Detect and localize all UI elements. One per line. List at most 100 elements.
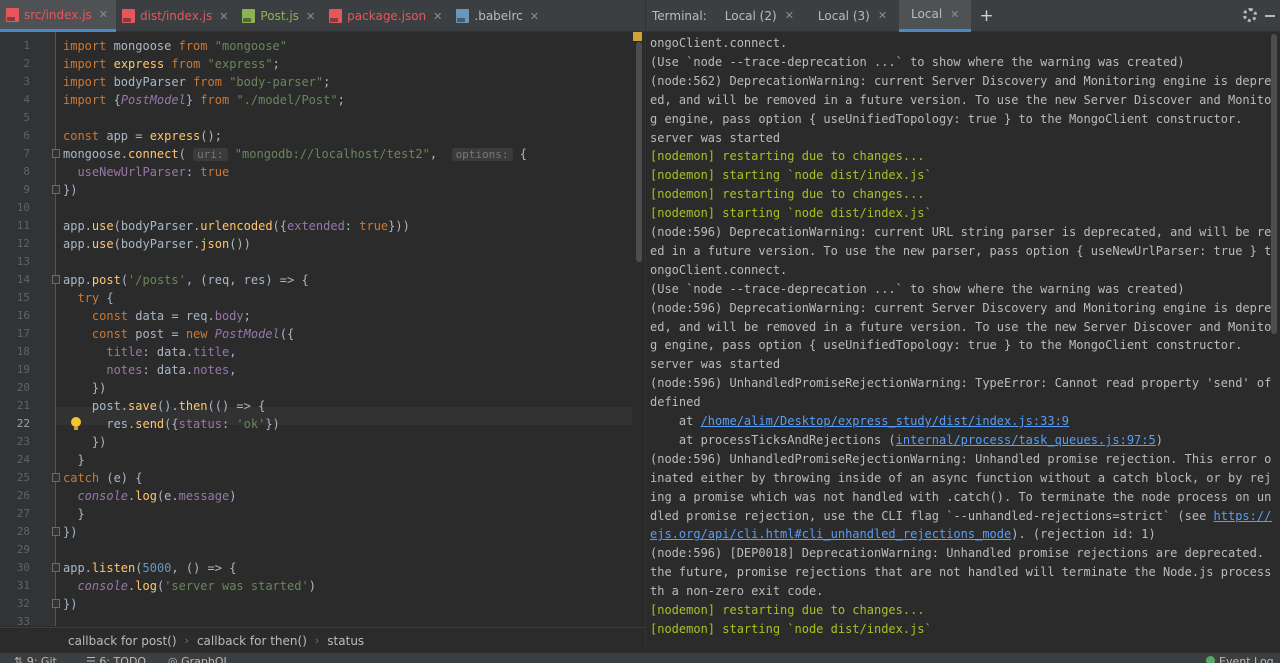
terminal-tab[interactable]: Local (2) ✕ bbox=[713, 0, 806, 32]
code-line[interactable]: } bbox=[63, 451, 84, 469]
terminal-line: ed in a future version. To use the new p… bbox=[650, 242, 1272, 261]
lightbulb-icon[interactable] bbox=[69, 417, 83, 431]
terminal-line: dled promise rejection, use the CLI flag… bbox=[650, 507, 1272, 526]
terminal-link[interactable]: https://nod bbox=[1214, 509, 1272, 523]
code-line[interactable]: }) bbox=[63, 523, 77, 541]
terminal-line: g engine, pass option { useUnifiedTopolo… bbox=[650, 110, 1242, 129]
terminal-link[interactable]: internal/process/task_queues.js:97:5 bbox=[896, 433, 1156, 447]
code-token: post bbox=[91, 273, 121, 287]
terminal-line: th a non-zero exit code. bbox=[650, 582, 823, 601]
terminal-line: at processTicksAndRejections (internal/p… bbox=[650, 431, 1163, 450]
editor-tab[interactable]: dist/index.js ✕ bbox=[116, 0, 236, 32]
code-line[interactable]: app.use(bodyParser.urlencoded({extended:… bbox=[63, 217, 410, 235]
fold-marker-icon[interactable] bbox=[52, 185, 60, 194]
code-token: extended bbox=[287, 219, 345, 233]
close-icon[interactable]: ✕ bbox=[219, 10, 228, 23]
code-line[interactable]: import {PostModel} from "./model/Post"; bbox=[63, 91, 345, 109]
breadcrumb-item[interactable]: callback for then() bbox=[197, 634, 307, 648]
code-token: true bbox=[359, 219, 389, 233]
terminal-text: [nodemon] starting `node dist/index.js` bbox=[650, 206, 932, 221]
todo-tool-button[interactable]: ☰ 6: TODO bbox=[86, 656, 146, 663]
line-number: 14 bbox=[16, 273, 30, 286]
code-line[interactable]: mongoose.connect( uri: "mongodb://localh… bbox=[63, 145, 527, 163]
fold-marker-icon[interactable] bbox=[52, 599, 60, 608]
terminal-tab-label: Local (3) bbox=[817, 8, 870, 23]
fold-marker-icon[interactable] bbox=[52, 527, 60, 536]
code-token: try bbox=[77, 291, 100, 305]
terminal-line: at /home/alim/Desktop/express_study/dist… bbox=[650, 412, 1069, 431]
close-icon[interactable]: ✕ bbox=[530, 10, 539, 23]
editor-scrollbar-thumb[interactable] bbox=[636, 42, 642, 262]
code-line[interactable]: }) bbox=[63, 379, 106, 397]
code-line[interactable]: const data = req.body; bbox=[63, 307, 251, 325]
line-number: 10 bbox=[16, 201, 30, 214]
code-line[interactable]: import express from "express"; bbox=[63, 55, 280, 73]
code-line[interactable]: } bbox=[63, 505, 84, 523]
code-line[interactable]: const app = express(); bbox=[63, 127, 222, 145]
code-line[interactable]: import bodyParser from "body-parser"; bbox=[63, 73, 330, 91]
terminal-text: (Use `node --trace-deprecation ...` to s… bbox=[650, 54, 1185, 69]
code-line[interactable]: try { bbox=[63, 289, 113, 307]
terminal-output[interactable]: ongoClient.connect. (Use `node --trace-de… bbox=[650, 34, 1272, 644]
close-icon[interactable]: ✕ bbox=[785, 9, 794, 22]
fold-marker-icon[interactable] bbox=[52, 149, 60, 158]
new-terminal-plus-icon[interactable]: + bbox=[971, 6, 1001, 26]
line-number: 4 bbox=[23, 93, 30, 106]
code-line[interactable]: app.listen(5000, () => { bbox=[63, 559, 236, 577]
code-line[interactable]: console.log('server was started') bbox=[63, 577, 315, 595]
code-line[interactable]: const post = new PostModel({ bbox=[63, 325, 294, 343]
terminal-link[interactable]: ejs.org/api/cli.html#cli_unhandled_rejec… bbox=[650, 527, 1011, 541]
terminal-text: ). (rejection id: 1) bbox=[1011, 527, 1156, 542]
code-line[interactable]: app.post('/posts', (req, res) => { bbox=[63, 271, 309, 289]
editor-scrollbar[interactable] bbox=[632, 32, 645, 626]
breadcrumb-item[interactable]: callback for post() bbox=[68, 634, 177, 648]
event-log-icon bbox=[1206, 656, 1215, 663]
editor-tab[interactable]: .babelrc ✕ bbox=[450, 0, 547, 32]
terminal-line: (node:596) DeprecationWarning: current S… bbox=[650, 299, 1272, 318]
terminal-tab-label: Local bbox=[911, 7, 943, 21]
terminal-line: the future, promise rejections that are … bbox=[650, 563, 1272, 582]
code-line[interactable]: }) bbox=[63, 595, 77, 613]
code-token: console bbox=[77, 489, 129, 503]
close-icon[interactable]: ✕ bbox=[950, 8, 959, 21]
warning-marker[interactable] bbox=[633, 32, 642, 41]
close-icon[interactable]: ✕ bbox=[878, 9, 887, 22]
graphql-tool-button[interactable]: ◎ GraphQL bbox=[168, 656, 230, 663]
code-line[interactable]: title: data.title, bbox=[63, 343, 236, 361]
code-line[interactable]: app.use(bodyParser.json()) bbox=[63, 235, 251, 253]
code-token: 'server was started' bbox=[164, 579, 309, 593]
editor-tab[interactable]: src/index.js ✕ bbox=[0, 0, 117, 32]
code-line[interactable]: notes: data.notes, bbox=[63, 361, 236, 379]
terminal-scrollbar-thumb[interactable] bbox=[1271, 34, 1277, 334]
minimize-icon[interactable] bbox=[1265, 15, 1275, 17]
terminal-link[interactable]: /home/alim/Desktop/express_study/dist/in… bbox=[701, 414, 1069, 428]
code-line[interactable]: console.log(e.message) bbox=[63, 487, 236, 505]
code-line[interactable]: post.save().then(() => { bbox=[63, 397, 265, 415]
editor-tab[interactable]: Post.js ✕ bbox=[236, 0, 323, 32]
terminal-line: g engine, pass option { useUnifiedTopolo… bbox=[650, 336, 1242, 355]
code-token: const bbox=[91, 327, 129, 341]
fold-marker-icon[interactable] bbox=[52, 275, 60, 284]
terminal-line: [nodemon] restarting due to changes... bbox=[650, 147, 925, 166]
fold-marker-icon[interactable] bbox=[52, 473, 60, 482]
code-line[interactable]: catch (e) { bbox=[63, 469, 142, 487]
terminal-scrollbar[interactable] bbox=[1271, 34, 1278, 640]
code-line[interactable]: import mongoose from "mongoose" bbox=[63, 37, 287, 55]
code-line[interactable]: }) bbox=[63, 433, 106, 451]
event-log-button[interactable]: Event Log bbox=[1206, 656, 1274, 663]
fold-marker-icon[interactable] bbox=[52, 563, 60, 572]
terminal-tab[interactable]: Local ✕ bbox=[899, 0, 972, 32]
close-icon[interactable]: ✕ bbox=[433, 10, 442, 23]
git-tool-button[interactable]: ⇅ 9: Git bbox=[14, 656, 57, 663]
code-line[interactable]: }) bbox=[63, 181, 77, 199]
editor-tab-label: .babelrc bbox=[474, 9, 523, 23]
terminal-tab[interactable]: Local (3) ✕ bbox=[806, 0, 899, 32]
code-area[interactable]: import mongoose from "mongoose" import ex… bbox=[56, 32, 631, 626]
breadcrumb-item[interactable]: status bbox=[327, 634, 364, 648]
close-icon[interactable]: ✕ bbox=[306, 10, 315, 23]
code-line[interactable]: useNewUrlParser: true bbox=[63, 163, 229, 181]
editor-tab[interactable]: package.json ✕ bbox=[323, 0, 450, 32]
close-icon[interactable]: ✕ bbox=[99, 8, 108, 21]
code-line[interactable]: res.send({status: 'ok'}) bbox=[63, 415, 279, 433]
gear-icon[interactable] bbox=[1243, 8, 1257, 22]
